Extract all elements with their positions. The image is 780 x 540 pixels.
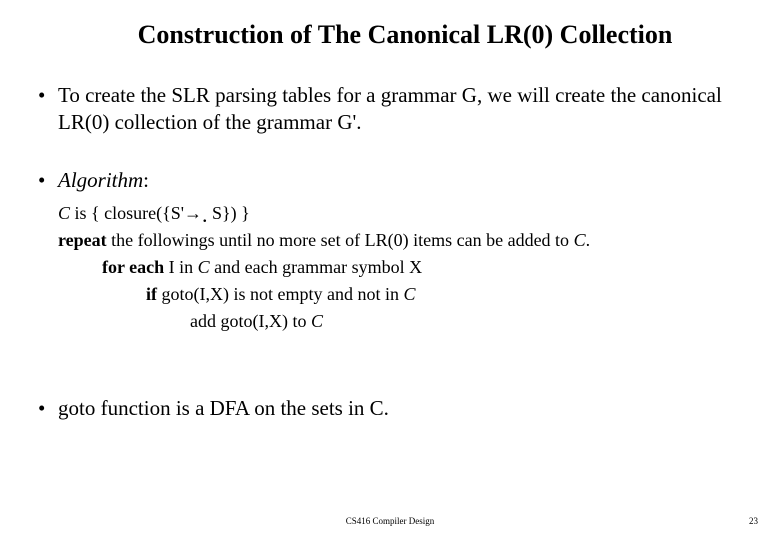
add-c-var: C [311,311,323,331]
repeat-rest: the followings until no more set of LR(0… [107,230,574,250]
bullet-icon: • [30,167,58,194]
intro-bullet: • To create the SLR parsing tables for a… [30,82,750,137]
algo-c-is-text: is { closure({S' [70,203,184,223]
intro-text: To create the SLR parsing tables for a g… [58,82,750,137]
algo-line-if: if goto(I,X) is not empty and not in C [146,281,750,308]
goto-text: goto function is a DFA on the sets in C. [58,395,750,422]
foreach-c-var: C [198,257,210,277]
algorithm-label: Algorithm [58,168,143,192]
page-title: Construction of The Canonical LR(0) Coll… [60,20,750,50]
footer-course: CS416 Compiler Design [0,516,780,526]
page-number: 23 [749,516,758,526]
algorithm-body: C is { closure({S'→. S}) } repeat the fo… [58,200,750,335]
foreach-keyword: for each [102,257,164,277]
bullet-icon: • [30,395,58,422]
repeat-keyword: repeat [58,230,107,250]
bullet-icon: • [30,82,58,109]
if-keyword: if [146,284,157,304]
algorithm-bullet: • Algorithm: C is { closure({S'→. S}) } … [30,167,750,335]
arrow-icon: → [184,203,202,223]
algo-line-repeat: repeat the followings until no more set … [58,227,750,254]
add-text: add goto(I,X) to [190,311,311,331]
algo-c-is-suffix: S}) } [208,203,250,223]
if-c-var: C [403,284,415,304]
goto-bullet: • goto function is a DFA on the sets in … [30,395,750,422]
colon: : [143,168,149,192]
algo-line-add: add goto(I,X) to C [190,308,750,335]
if-mid: goto(I,X) is not empty and not in [157,284,403,304]
algo-line-c-is: C is { closure({S'→. S}) } [58,200,750,227]
algo-c-var: C [58,203,70,223]
algo-line-foreach: for each I in C and each grammar symbol … [102,254,750,281]
foreach-rest: and each grammar symbol X [210,257,422,277]
repeat-c-var: C [574,230,586,250]
foreach-mid: I in [164,257,198,277]
period: . [586,230,591,250]
